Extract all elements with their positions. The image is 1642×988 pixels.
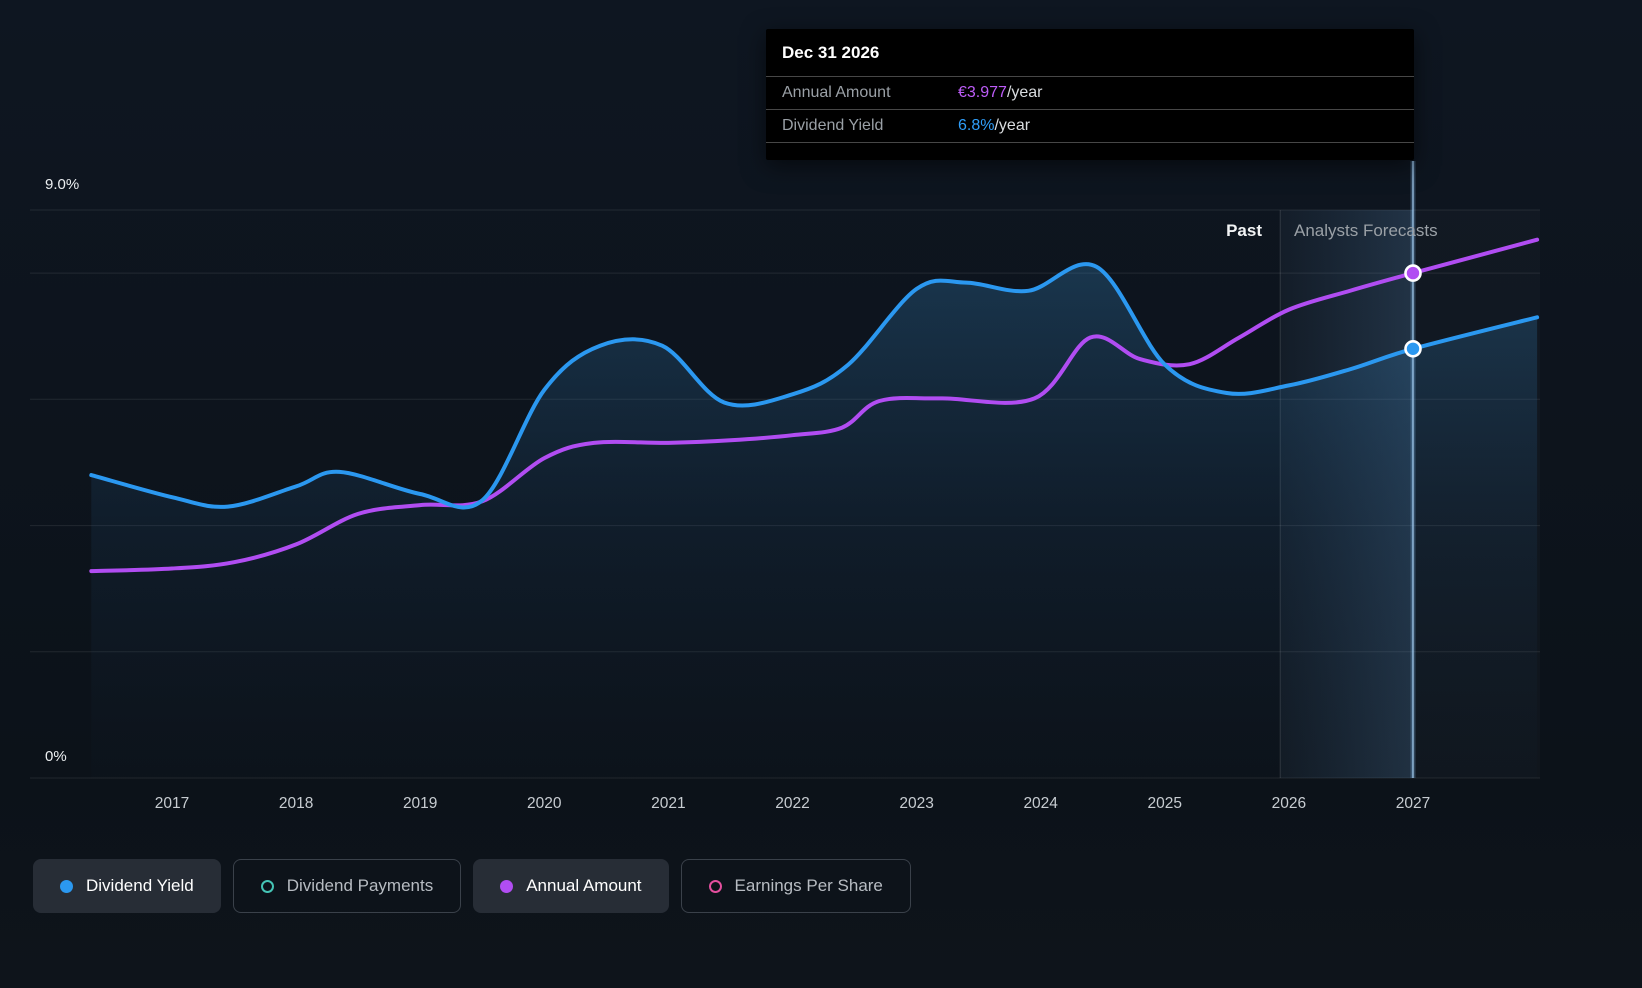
x-axis-tick: 2019 — [385, 795, 455, 813]
tooltip-row-annual-amount: Annual Amount €3.977/year — [766, 77, 1414, 110]
legend-item-dividend-payments[interactable]: Dividend Payments — [233, 859, 461, 913]
tooltip-row-value: €3.977 — [958, 84, 1007, 102]
annual-amount-swatch — [500, 880, 513, 893]
tooltip-row-label: Annual Amount — [782, 84, 958, 102]
dividend-payments-swatch — [261, 880, 274, 893]
legend-label: Annual Amount — [526, 876, 641, 896]
y-axis-label-max: 9.0% — [45, 176, 79, 193]
x-axis-tick: 2023 — [882, 795, 952, 813]
tooltip-date: Dec 31 2026 — [766, 29, 1414, 77]
tooltip-row-dividend-yield: Dividend Yield 6.8%/year — [766, 110, 1414, 143]
chart-legend: Dividend Yield Dividend Payments Annual … — [33, 859, 911, 913]
x-axis-tick: 2020 — [509, 795, 579, 813]
tooltip-row-label: Dividend Yield — [782, 117, 958, 135]
legend-label: Dividend Yield — [86, 876, 194, 896]
x-axis-tick: 2025 — [1130, 795, 1200, 813]
x-axis-tick: 2021 — [633, 795, 703, 813]
analysts-forecasts-label: Analysts Forecasts — [1294, 221, 1438, 241]
x-axis-tick: 2026 — [1254, 795, 1324, 813]
legend-label: Dividend Payments — [287, 876, 433, 896]
earnings-per-share-swatch — [709, 880, 722, 893]
dividend-yield-swatch — [60, 880, 73, 893]
past-label: Past — [1226, 221, 1262, 241]
x-axis-tick: 2027 — [1378, 795, 1448, 813]
tooltip-row-unit: /year — [994, 117, 1030, 135]
legend-item-dividend-yield[interactable]: Dividend Yield — [33, 859, 221, 913]
legend-label: Earnings Per Share — [735, 876, 883, 896]
x-axis-tick: 2024 — [1006, 795, 1076, 813]
tooltip-row-value: 6.8% — [958, 117, 994, 135]
dividend-chart: 9.0% 0% 2017 2018 2019 2020 2021 2022 2023 2024… — [0, 0, 1642, 988]
x-axis-tick: 2018 — [261, 795, 331, 813]
legend-item-annual-amount[interactable]: Annual Amount — [473, 859, 668, 913]
x-axis-tick: 2022 — [758, 795, 828, 813]
chart-tooltip: Dec 31 2026 Annual Amount €3.977/year Di… — [766, 29, 1414, 160]
x-axis-tick: 2017 — [137, 795, 207, 813]
tooltip-row-unit: /year — [1007, 84, 1043, 102]
legend-item-earnings-per-share[interactable]: Earnings Per Share — [681, 859, 911, 913]
y-axis-label-min: 0% — [45, 748, 67, 765]
